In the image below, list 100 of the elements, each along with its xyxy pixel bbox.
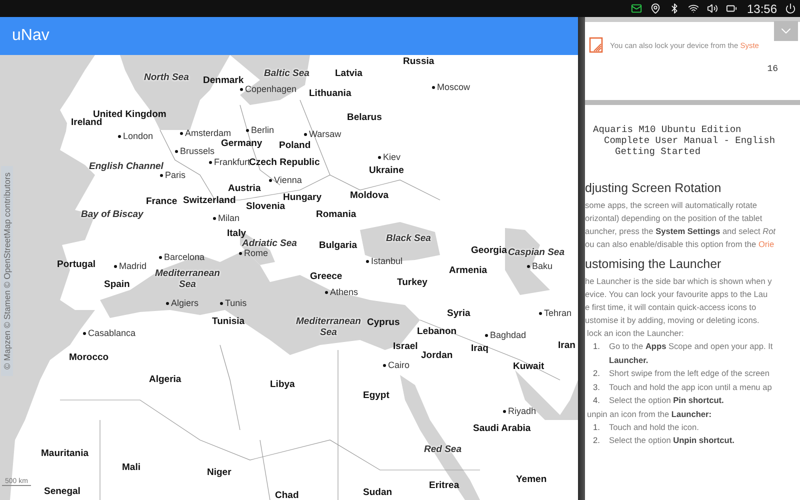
country-label: Mauritania (41, 448, 89, 459)
note-icon (589, 37, 603, 53)
page-number: 16 (767, 64, 778, 74)
city-label: Algiers (166, 298, 199, 309)
paragraph-line: orizontal) depending on the position of the tablet (585, 212, 764, 225)
country-label: Latvia (335, 68, 362, 79)
city-label: Milan (213, 213, 240, 224)
city-label: Baku (527, 261, 553, 272)
power-icon[interactable] (785, 3, 796, 14)
volume-icon[interactable] (706, 3, 718, 14)
sea-label: Baltic Sea (264, 68, 310, 79)
country-label: Spain (104, 279, 130, 290)
country-label: Georgia (471, 245, 507, 256)
country-label: Israel (393, 341, 418, 352)
list-number: 4. (593, 394, 601, 407)
country-label: Chad (275, 490, 299, 500)
country-label: France (146, 196, 178, 207)
city-label: Rome (239, 248, 268, 259)
link[interactable]: Orie (758, 239, 774, 249)
city-label: Madrid (114, 261, 147, 272)
city-label: Tunis (220, 298, 247, 309)
city-label: Riyadh (503, 406, 536, 417)
list-item-text: Select the option Pin shortcut. (609, 394, 724, 407)
list-number: 1. (593, 420, 601, 434)
country-label: Greece (310, 271, 342, 282)
sea-label: English Channel (89, 161, 164, 172)
city-label: Istanbul (366, 256, 403, 267)
paragraph-line: lock an icon the Launcher: (586, 327, 685, 340)
country-label: Slovenia (246, 201, 286, 212)
list-number: 2. (593, 367, 601, 380)
list-item-text: Short swipe from the left edge of the screen (609, 367, 770, 380)
country-label: Niger (207, 467, 232, 478)
section-heading: ustomising the Launcher (585, 257, 722, 271)
country-label: Denmark (203, 75, 244, 86)
document-header-line: Aquaris M10 Ubuntu Edition (593, 124, 742, 135)
country-label: Germany (221, 138, 262, 149)
country-label: Belarus (347, 112, 382, 123)
sea-label: Adriatic Sea (242, 238, 297, 249)
paragraph-line: evice. You can lock your favourite apps to the Lau (585, 288, 769, 301)
map-attribution: © Mapzen © Stamen © OpenStreetMap contributors (1, 166, 13, 376)
city-label: Vienna (269, 175, 302, 186)
paragraph-line: auncher, press the System Settings and select Rot (585, 225, 777, 238)
sea-label: Red Sea (424, 444, 462, 455)
city-label: Copenhagen (240, 84, 297, 95)
city-label: Moscow (432, 82, 470, 93)
country-label: Eritrea (429, 480, 460, 491)
city-label: Paris (160, 170, 186, 181)
paragraph-line: ou can also enable/disable this option from the Orie (585, 238, 776, 251)
sea-label: Black Sea (386, 233, 431, 244)
bluetooth-icon[interactable] (668, 3, 680, 14)
list-number: 3. (593, 380, 601, 394)
battery-icon[interactable] (726, 3, 737, 14)
country-label: Czech Republic (249, 157, 320, 168)
country-label: Morocco (69, 352, 109, 363)
city-label: Brussels (175, 146, 215, 157)
paragraph-line: unpin an icon from the Launcher: (586, 408, 713, 420)
country-label: Kuwait (513, 361, 544, 372)
list-item-text: Touch and hold the app icon until a menu ap (609, 380, 772, 394)
paragraph-line: e first time, it will contain quick-access icons to (585, 301, 758, 314)
city-label: Kiev (378, 152, 401, 163)
country-label: Poland (279, 140, 311, 151)
country-label: Lithuania (309, 88, 352, 99)
country-label: Jordan (421, 350, 453, 361)
city-label: Baghdad (485, 330, 526, 341)
country-label: Italy (227, 228, 246, 239)
sea-label: Bay of Biscay (81, 209, 144, 220)
location-icon[interactable] (650, 3, 661, 14)
clock-time: 13:56 (746, 2, 777, 16)
country-label: Mali (122, 462, 140, 473)
paragraph-line: ustomise it by adding, moving or deleting icons. (585, 314, 760, 327)
city-label: Barcelona (159, 252, 205, 263)
city-label: Amsterdam (180, 128, 232, 139)
country-label: Ireland (71, 117, 102, 128)
list-item-text: Go to the Apps Scope and open your app. It (609, 340, 773, 353)
country-label: Syria (447, 308, 470, 319)
country-label: Portugal (57, 259, 96, 270)
document-header-line: Getting Started (614, 146, 702, 157)
city-label: Berlin (246, 125, 274, 136)
country-label: Armenia (449, 265, 488, 276)
country-label: Sudan (363, 487, 392, 498)
country-label: Yemen (516, 474, 547, 485)
city-label: Frankfurt (209, 157, 250, 168)
country-label: Russia (403, 56, 434, 67)
country-label: Austria (228, 183, 261, 194)
list-item-text: Touch and hold the icon. (609, 420, 699, 434)
city-label: Casablanca (83, 328, 136, 339)
mail-icon[interactable] (630, 3, 642, 14)
country-label: Hungary (283, 192, 322, 203)
paragraph-line: some apps, the screen will automatically rotate (585, 199, 758, 212)
country-label: Switzerland (183, 195, 236, 206)
country-label: United Kingdom (93, 109, 166, 120)
section-heading: djusting Screen Rotation (585, 181, 722, 195)
document-header-line: Complete User Manual - English (603, 135, 776, 146)
sea-label: Mediterranean Sea (155, 268, 220, 290)
country-label: Ukraine (369, 165, 404, 176)
city-label: Cairo (383, 360, 410, 371)
country-label: Egypt (363, 390, 390, 401)
app-title: uNav (12, 27, 50, 45)
wifi-icon[interactable] (688, 3, 699, 14)
country-label: Iraq (471, 343, 488, 354)
